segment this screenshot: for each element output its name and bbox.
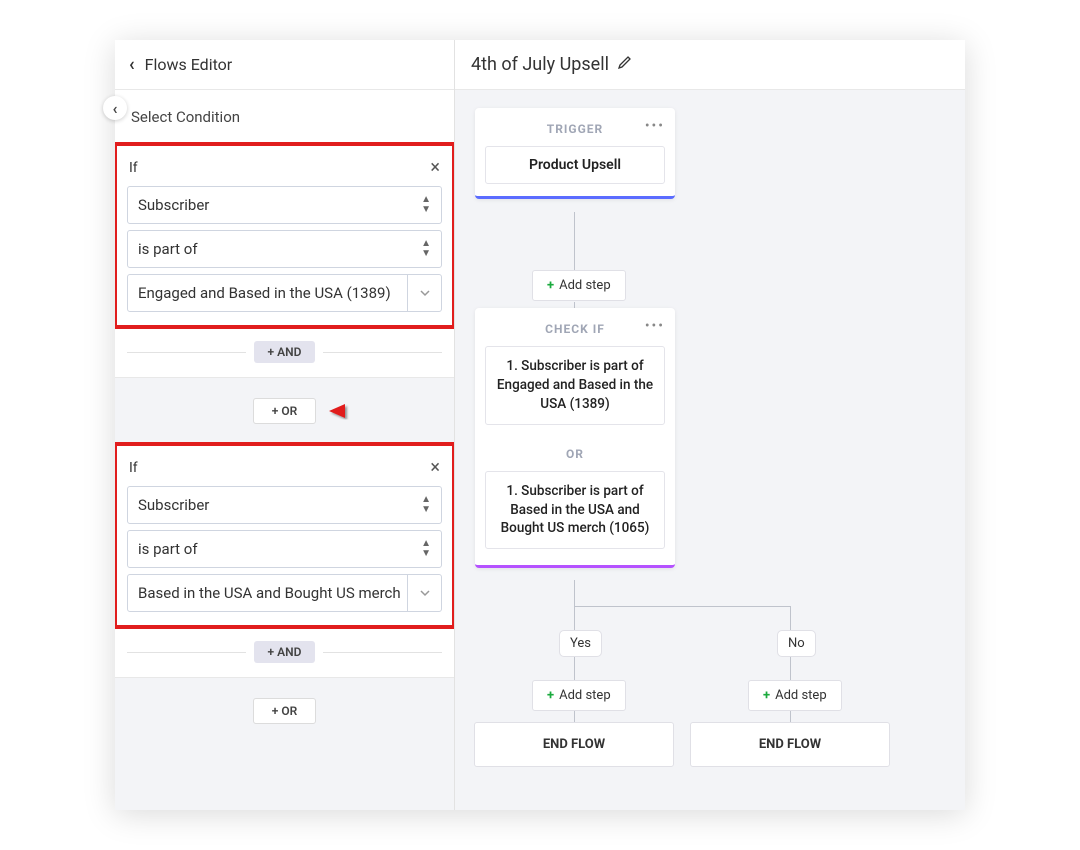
sort-icon: ▲▼ <box>421 539 431 559</box>
more-icon[interactable]: ••• <box>645 318 665 334</box>
flow-canvas[interactable]: ••• TRIGGER Product Upsell + Add step ••… <box>455 90 965 810</box>
plus-icon: + <box>547 278 554 293</box>
chevron-down-icon <box>407 275 441 311</box>
add-or-button[interactable]: + OR <box>253 398 316 424</box>
if-label: If <box>129 460 138 476</box>
panel-collapse[interactable]: ‹ <box>103 96 127 120</box>
condition-text: 1. Subscriber is part of Engaged and Bas… <box>485 346 665 425</box>
close-icon[interactable]: × <box>430 157 440 178</box>
sort-icon: ▲▼ <box>421 495 431 515</box>
plus-icon: + <box>547 688 554 703</box>
subject-select[interactable]: Subscriber ▲▼ <box>127 186 442 224</box>
back-button[interactable]: ‹ Flows Editor <box>115 40 454 90</box>
trigger-label: Product Upsell <box>485 146 665 184</box>
if-label: If <box>129 160 138 176</box>
checkif-node[interactable]: ••• CHECK IF 1. Subscriber is part of En… <box>475 308 675 568</box>
condition-group: If × Subscriber ▲▼ is part of ▲▼ Engaged… <box>115 144 454 327</box>
end-flow-node[interactable]: END FLOW <box>474 722 674 767</box>
trigger-node[interactable]: ••• TRIGGER Product Upsell <box>475 108 675 199</box>
segment-select[interactable]: Based in the USA and Bought US merch <box>127 574 442 612</box>
branch-yes: Yes <box>559 630 602 657</box>
chevron-left-icon: ‹ <box>113 99 118 118</box>
add-or-button[interactable]: + OR <box>253 698 316 724</box>
operator-select[interactable]: is part of ▲▼ <box>127 530 442 568</box>
add-and-button[interactable]: + AND <box>254 341 316 363</box>
segment-select[interactable]: Engaged and Based in the USA (1389) <box>127 274 442 312</box>
more-icon[interactable]: ••• <box>645 118 665 134</box>
condition-panel: ‹ Flows Editor Select Condition If × Sub… <box>115 40 455 810</box>
branch-no: No <box>777 630 816 657</box>
condition-group: If × Subscriber ▲▼ is part of ▲▼ Based i… <box>115 444 454 627</box>
panel-heading: Select Condition <box>115 90 454 144</box>
plus-icon: + <box>763 688 770 703</box>
end-flow-node[interactable]: END FLOW <box>690 722 890 767</box>
operator-select[interactable]: is part of ▲▼ <box>127 230 442 268</box>
sort-icon: ▲▼ <box>421 195 431 215</box>
arrow-icon <box>327 398 397 424</box>
chevron-left-icon: ‹ <box>129 54 135 75</box>
close-icon[interactable]: × <box>430 457 440 478</box>
add-step-button[interactable]: + Add step <box>532 680 626 711</box>
sort-icon: ▲▼ <box>421 239 431 259</box>
add-step-button[interactable]: + Add step <box>532 270 626 301</box>
flow-title: 4th of July Upsell <box>471 54 609 75</box>
add-and-button[interactable]: + AND <box>254 641 316 663</box>
condition-text: 1. Subscriber is part of Based in the US… <box>485 471 665 550</box>
back-label: Flows Editor <box>145 55 233 74</box>
chevron-down-icon <box>407 575 441 611</box>
pencil-icon[interactable] <box>617 54 633 75</box>
add-step-button[interactable]: + Add step <box>748 680 842 711</box>
subject-select[interactable]: Subscriber ▲▼ <box>127 486 442 524</box>
